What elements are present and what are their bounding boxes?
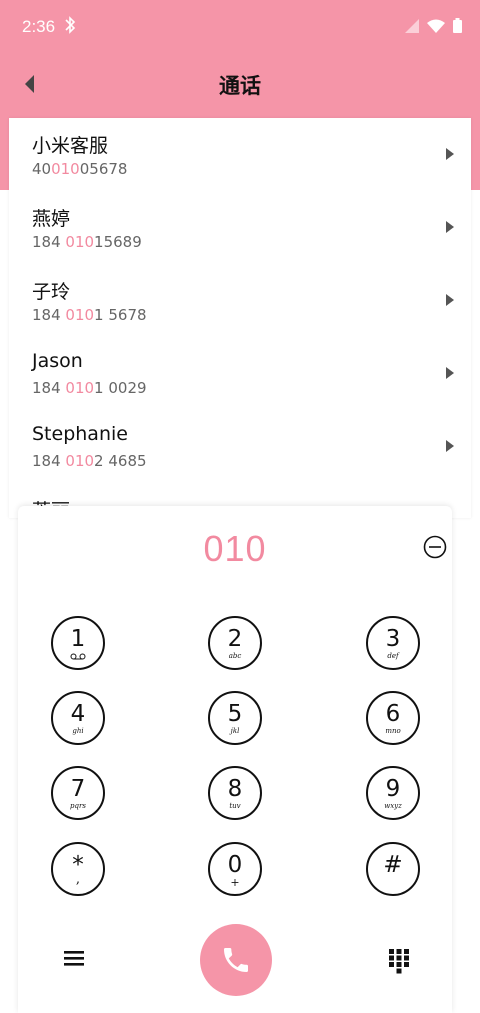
number-match: 010: [65, 233, 95, 251]
contact-name: Jason: [32, 350, 83, 372]
status-bar: 2:36: [0, 0, 480, 52]
phone-icon: [224, 948, 248, 972]
key-letters: mno: [385, 727, 401, 735]
app-bar: 通话: [0, 52, 480, 116]
status-icons: [405, 18, 462, 33]
key-letters: +: [230, 876, 240, 889]
number-suffix: 2 4685: [94, 452, 147, 470]
status-time: 2:36: [22, 17, 56, 36]
key-letters: abc: [228, 652, 242, 660]
number-suffix: 05678: [79, 160, 128, 178]
dialed-number: 010: [203, 528, 267, 569]
key-0[interactable]: 0 +: [208, 842, 262, 896]
keypad-icon[interactable]: [388, 948, 410, 974]
key-letters: ,: [75, 872, 81, 887]
key-digit: #: [383, 852, 403, 878]
key-star[interactable]: * ,: [51, 842, 105, 896]
list-item[interactable]: 燕婷 184 01015689: [9, 191, 471, 264]
key-digit: 5: [227, 701, 243, 727]
call-button[interactable]: [200, 924, 272, 996]
list-item[interactable]: 子玲 184 0101 5678: [9, 264, 471, 337]
contact-name: 子玲: [32, 281, 71, 303]
number-match: 010: [51, 160, 80, 178]
key-digit: 4: [70, 701, 86, 727]
key-hash[interactable]: #: [366, 842, 420, 896]
list-item[interactable]: Jason 184 0101 0029: [9, 337, 471, 410]
number-prefix: 40: [32, 160, 52, 178]
number-match: 010: [65, 379, 95, 397]
number-suffix: 1 0029: [94, 379, 147, 397]
key-digit: 7: [70, 776, 86, 802]
key-digit: 8: [227, 776, 243, 802]
key-letters: wxyz: [384, 802, 402, 810]
key-3[interactable]: 3 def: [366, 616, 420, 670]
voicemail-icon: [70, 653, 86, 660]
menu-icon[interactable]: [62, 946, 86, 970]
key-4[interactable]: 4 ghi: [51, 691, 105, 745]
chevron-right-icon: [446, 148, 454, 160]
contact-name: 小米客服: [32, 135, 109, 157]
contact-name: Stephanie: [32, 423, 128, 445]
key-5[interactable]: 5 jkl: [208, 691, 262, 745]
key-digit: 2: [227, 626, 243, 652]
key-letters: tuv: [229, 802, 241, 810]
key-1[interactable]: 1: [51, 616, 105, 670]
battery-icon: [453, 18, 462, 33]
signal-icon: [405, 18, 419, 33]
number-suffix: 1 5678: [94, 306, 147, 324]
key-9[interactable]: 9 wxyz: [366, 766, 420, 820]
number-prefix: 184: [32, 306, 66, 324]
key-6[interactable]: 6 mno: [366, 691, 420, 745]
key-digit: 0: [227, 852, 243, 878]
chevron-right-icon: [446, 221, 454, 233]
key-letters: ghi: [72, 727, 84, 735]
contact-number: 184 0101 5678: [32, 306, 147, 324]
number-match: 010: [65, 306, 95, 324]
key-digit: 9: [385, 776, 401, 802]
contact-number: 184 0102 4685: [32, 452, 147, 470]
contact-number: 4001005678: [32, 160, 127, 178]
contact-number: 184 01015689: [32, 233, 142, 251]
key-letters: jkl: [230, 727, 240, 735]
key-digit: 6: [385, 701, 401, 727]
number-prefix: 184: [32, 233, 66, 251]
key-2[interactable]: 2 abc: [208, 616, 262, 670]
contact-name: 燕婷: [32, 208, 71, 230]
chevron-right-icon: [446, 294, 454, 306]
delete-icon[interactable]: [423, 535, 447, 559]
list-item[interactable]: Stephanie 184 0102 4685: [9, 410, 471, 483]
key-letters: def: [387, 652, 399, 660]
chevron-right-icon: [446, 440, 454, 452]
contact-number: 184 0101 0029: [32, 379, 147, 397]
key-digit: 1: [70, 626, 86, 652]
chevron-right-icon: [446, 367, 454, 379]
key-digit: 3: [385, 626, 401, 652]
key-7[interactable]: 7 pqrs: [51, 766, 105, 820]
wifi-icon: [427, 19, 445, 33]
key-letters: pqrs: [70, 802, 86, 810]
number-prefix: 184: [32, 452, 66, 470]
number-suffix: 15689: [94, 233, 142, 251]
bluetooth-icon: [65, 16, 76, 34]
number-prefix: 184: [32, 379, 66, 397]
key-8[interactable]: 8 tuv: [208, 766, 262, 820]
contact-list: 小米客服 4001005678 燕婷 184 01015689 子玲 184 0…: [9, 118, 471, 518]
number-match: 010: [65, 452, 95, 470]
list-item[interactable]: 小米客服 4001005678: [9, 118, 471, 191]
dialer-panel: 010 1 2 abc 3 def 4 ghi 5 jkl 6 mno 7 pq…: [18, 506, 452, 1013]
page-title: 通话: [219, 74, 261, 98]
